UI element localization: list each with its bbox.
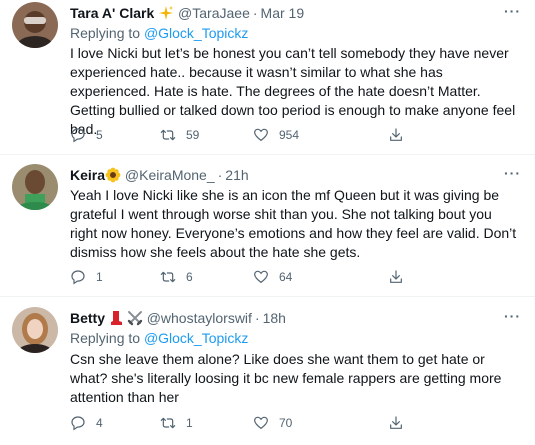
tweet-text: I love Nicki but let’s be honest you can… xyxy=(70,45,516,137)
avatar[interactable] xyxy=(12,164,58,210)
reply-icon xyxy=(71,270,85,285)
retweet-button[interactable]: 1 xyxy=(160,415,193,431)
reply-button[interactable]: 5 xyxy=(70,127,103,143)
timestamp[interactable]: 21h xyxy=(225,167,248,183)
sparkles-icon xyxy=(158,5,174,25)
reply-icon xyxy=(71,128,85,143)
replying-to: Replying to @Glock_Topickz xyxy=(70,329,248,347)
replying-prefix: Replying to xyxy=(70,330,141,346)
replying-to-link[interactable]: @Glock_Topickz xyxy=(144,25,248,41)
share-button[interactable] xyxy=(388,415,404,431)
tweet-header: Tara A' Clark @TaraJaee · Mar 19 xyxy=(70,4,304,25)
like-button[interactable]: 64 xyxy=(253,269,292,285)
retweet-count: 59 xyxy=(186,128,200,142)
tweet-text: Yeah I love Nicki like she is an icon th… xyxy=(70,187,517,260)
avatar-image xyxy=(12,307,58,353)
timestamp[interactable]: Mar 19 xyxy=(261,5,305,21)
more-options-icon[interactable]: ··· xyxy=(504,165,521,181)
reply-count: 4 xyxy=(96,416,103,430)
reply-count: 1 xyxy=(96,270,103,284)
share-icon xyxy=(390,416,402,429)
share-icon xyxy=(390,270,402,283)
user-handle[interactable]: @TaraJaee xyxy=(178,5,250,21)
share-button[interactable] xyxy=(388,269,404,285)
avatar-image xyxy=(12,2,58,48)
share-button[interactable] xyxy=(388,127,404,143)
like-button[interactable]: 954 xyxy=(253,127,299,143)
like-count: 70 xyxy=(279,416,293,430)
replying-prefix: Replying to xyxy=(70,25,141,41)
reply-icon xyxy=(71,416,85,431)
display-name[interactable]: Tara A' Clark xyxy=(70,5,154,21)
avatar[interactable] xyxy=(12,307,58,353)
retweet-icon xyxy=(160,417,176,429)
like-count: 954 xyxy=(279,128,300,142)
reply-button[interactable]: 4 xyxy=(70,415,103,431)
reply-button[interactable]: 1 xyxy=(70,269,103,285)
like-button[interactable]: 70 xyxy=(253,415,292,431)
tweet-actions: 1 6 64 xyxy=(70,269,430,287)
separator-dot: · xyxy=(252,5,258,21)
tweet-header: Betty @whostaylorswif · 18h xyxy=(70,309,286,330)
retweet-icon xyxy=(160,129,176,141)
user-handle[interactable]: @KeiraMone_ xyxy=(125,167,215,183)
heart-icon xyxy=(254,270,268,284)
display-name[interactable]: Keira xyxy=(70,167,105,183)
avatar-image xyxy=(12,164,58,210)
sunflower-icon xyxy=(105,167,121,187)
tweet-actions: 5 59 954 xyxy=(70,127,430,145)
like-count: 64 xyxy=(279,270,293,284)
heart-icon xyxy=(254,416,268,430)
crossed-swords-icon xyxy=(127,310,143,330)
tweet-3[interactable]: Betty @whostaylorswif · 18h ··· Replying t… xyxy=(0,297,535,445)
more-options-icon[interactable]: ··· xyxy=(504,3,521,19)
separator-dot: · xyxy=(217,167,223,183)
separator-dot: · xyxy=(254,310,260,326)
tweet-actions: 4 1 70 xyxy=(70,415,430,433)
red-boot-icon xyxy=(109,310,123,330)
tweet-header: Keira @KeiraMone_ · 21h xyxy=(70,166,249,187)
user-handle[interactable]: @whostaylorswif xyxy=(147,310,252,326)
timestamp[interactable]: 18h xyxy=(263,310,286,326)
avatar[interactable] xyxy=(12,2,58,48)
retweet-count: 1 xyxy=(186,416,193,430)
tweet-1[interactable]: Tara A' Clark @TaraJaee · Mar 19 ··· Reply… xyxy=(0,0,535,157)
replying-to: Replying to @Glock_Topickz xyxy=(70,24,248,42)
retweet-button[interactable]: 59 xyxy=(160,127,199,143)
tweet-text: Csn she leave them alone? Like does she … xyxy=(70,351,502,405)
retweet-button[interactable]: 6 xyxy=(160,269,193,285)
retweet-count: 6 xyxy=(186,270,193,284)
more-options-icon[interactable]: ··· xyxy=(504,308,521,324)
reply-count: 5 xyxy=(96,128,103,142)
replying-to-link[interactable]: @Glock_Topickz xyxy=(144,330,248,346)
display-name[interactable]: Betty xyxy=(70,310,105,326)
retweet-icon xyxy=(160,271,176,283)
share-icon xyxy=(390,128,402,141)
heart-icon xyxy=(254,128,268,142)
tweet-2[interactable]: Keira @KeiraMone_ · 21h ··· Yeah I love Ni… xyxy=(0,155,535,295)
